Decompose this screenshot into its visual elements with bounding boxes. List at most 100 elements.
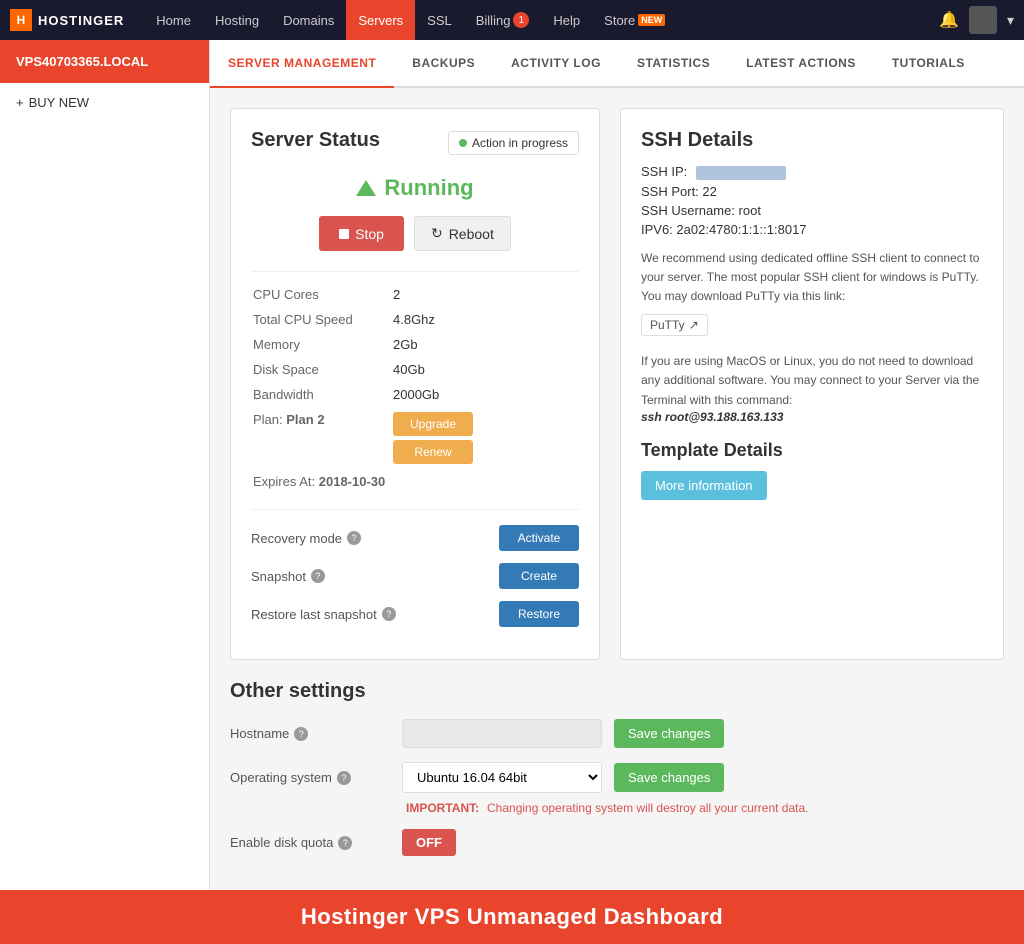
sidebar: VPS40703365.LOCAL + BUY NEW bbox=[0, 40, 210, 890]
panel-title: Server Status bbox=[251, 129, 380, 151]
putty-link[interactable]: PuTTy ↗ bbox=[641, 314, 708, 336]
restore-help-icon[interactable]: ? bbox=[382, 607, 396, 621]
nav-billing[interactable]: Billing 1 bbox=[464, 0, 542, 40]
nav-servers[interactable]: Servers bbox=[346, 0, 415, 40]
server-status-running: Running bbox=[251, 175, 579, 201]
os-save-button[interactable]: Save changes bbox=[614, 763, 724, 792]
plus-icon: + bbox=[16, 95, 24, 110]
ssh-ip-row: SSH IP: bbox=[641, 164, 983, 180]
recovery-mode-help-icon[interactable]: ? bbox=[347, 531, 361, 545]
tab-activity-log[interactable]: ACTIVITY LOG bbox=[493, 40, 619, 88]
ssh-command: ssh root@93.188.163.133 bbox=[641, 410, 983, 424]
disk-quota-toggle[interactable]: OFF bbox=[402, 829, 456, 856]
spec-label: CPU Cores bbox=[251, 282, 391, 307]
disk-quota-text: Enable disk quota bbox=[230, 835, 333, 850]
spec-value: 2 bbox=[391, 282, 579, 307]
nav-ssl[interactable]: SSL bbox=[415, 0, 464, 40]
tab-statistics[interactable]: STATISTICS bbox=[619, 40, 728, 88]
nav-help[interactable]: Help bbox=[541, 0, 592, 40]
ssh-ipv6: IPV6: 2a02:4780:1:1::1:8017 bbox=[641, 222, 983, 237]
ssh-description-2: If you are using MacOS or Linux, you do … bbox=[641, 352, 983, 410]
panel-header: Server Status Action in progress bbox=[251, 129, 579, 155]
nav-hosting[interactable]: Hosting bbox=[203, 0, 271, 40]
spec-label: Disk Space bbox=[251, 357, 391, 382]
logo-icon: H bbox=[10, 9, 32, 31]
reboot-label: Reboot bbox=[449, 226, 494, 242]
reboot-icon: ↻ bbox=[431, 225, 443, 242]
logo[interactable]: H HOSTINGER bbox=[10, 9, 124, 31]
spec-value bbox=[391, 469, 579, 494]
spec-bandwidth: Bandwidth 2000Gb bbox=[251, 382, 579, 407]
stop-icon bbox=[339, 229, 349, 239]
stop-button[interactable]: Stop bbox=[319, 216, 404, 251]
running-text: Running bbox=[384, 175, 473, 201]
restore-button[interactable]: Restore bbox=[499, 601, 579, 627]
spec-expires: Expires At: 2018-10-30 bbox=[251, 469, 579, 494]
tab-server-management[interactable]: SERVER MANAGEMENT bbox=[210, 40, 394, 88]
hostname-label-text: Hostname bbox=[230, 726, 289, 741]
stop-label: Stop bbox=[355, 226, 384, 242]
reboot-button[interactable]: ↻ Reboot bbox=[414, 216, 511, 251]
snapshot-help-icon[interactable]: ? bbox=[311, 569, 325, 583]
nav-domains[interactable]: Domains bbox=[271, 0, 346, 40]
divider-1 bbox=[251, 271, 579, 272]
activate-button[interactable]: Activate bbox=[499, 525, 579, 551]
renew-button[interactable]: Renew bbox=[393, 440, 473, 464]
upgrade-button[interactable]: Upgrade bbox=[393, 412, 473, 436]
expires-value: 2018-10-30 bbox=[319, 474, 386, 489]
template-title: Template Details bbox=[641, 440, 983, 461]
action-progress-text: Action in progress bbox=[472, 136, 568, 150]
buy-new-label: BUY NEW bbox=[29, 95, 89, 110]
spec-cpu-speed: Total CPU Speed 4.8Ghz bbox=[251, 307, 579, 332]
server-status-panel: Server Status Action in progress Running… bbox=[230, 108, 600, 660]
top-nav: H HOSTINGER Home Hosting Domains Servers… bbox=[0, 0, 1024, 40]
spec-label: Bandwidth bbox=[251, 382, 391, 407]
other-settings: Other settings Hostname ? Save changes O… bbox=[210, 680, 1024, 890]
nav-items: Home Hosting Domains Servers SSL Billing… bbox=[144, 0, 939, 40]
ssh-panel: SSH Details SSH IP: SSH Port: 22 SSH Use… bbox=[620, 108, 1004, 660]
bell-icon[interactable]: 🔔 bbox=[939, 10, 959, 30]
page-layout: VPS40703365.LOCAL + BUY NEW SERVER MANAG… bbox=[0, 40, 1024, 890]
putty-text: PuTTy bbox=[650, 318, 685, 332]
hostname-help-icon[interactable]: ? bbox=[294, 727, 308, 741]
os-help-icon[interactable]: ? bbox=[337, 771, 351, 785]
hostname-input[interactable] bbox=[402, 719, 602, 748]
spec-disk: Disk Space 40Gb bbox=[251, 357, 579, 382]
tab-latest-actions[interactable]: LATEST ACTIONS bbox=[728, 40, 874, 88]
ssh-title: SSH Details bbox=[641, 129, 983, 152]
plan-value: Plan 2 bbox=[286, 412, 324, 427]
tabs: SERVER MANAGEMENT BACKUPS ACTIVITY LOG S… bbox=[210, 40, 1024, 88]
running-icon bbox=[356, 180, 376, 196]
snapshot-row: Snapshot ? Create bbox=[251, 563, 579, 589]
create-button[interactable]: Create bbox=[499, 563, 579, 589]
content-area: Server Status Action in progress Running… bbox=[210, 88, 1024, 680]
sidebar-buy-new[interactable]: + BUY NEW bbox=[0, 83, 209, 122]
user-dropdown-arrow[interactable]: ▾ bbox=[1007, 12, 1014, 29]
recovery-mode-label: Recovery mode ? bbox=[251, 531, 361, 546]
hostname-row: Hostname ? Save changes bbox=[230, 719, 1004, 748]
store-new-badge: NEW bbox=[638, 14, 665, 26]
tab-tutorials[interactable]: TUTORIALS bbox=[874, 40, 983, 88]
os-select[interactable]: Ubuntu 16.04 64bit CentOS 7 Debian 9 Ubu… bbox=[402, 762, 602, 793]
tab-backups[interactable]: BACKUPS bbox=[394, 40, 493, 88]
disk-quota-help-icon[interactable]: ? bbox=[338, 836, 352, 850]
other-settings-title: Other settings bbox=[230, 680, 1004, 703]
user-avatar[interactable] bbox=[969, 6, 997, 34]
hostname-save-button[interactable]: Save changes bbox=[614, 719, 724, 748]
ssh-info: SSH IP: SSH Port: 22 SSH Username: root … bbox=[641, 164, 983, 237]
more-info-button[interactable]: More information bbox=[641, 471, 767, 500]
logo-text: HOSTINGER bbox=[38, 13, 124, 28]
recovery-mode-row: Recovery mode ? Activate bbox=[251, 525, 579, 551]
restore-label: Restore last snapshot ? bbox=[251, 607, 396, 622]
spec-memory: Memory 2Gb bbox=[251, 332, 579, 357]
spec-label: Expires At: 2018-10-30 bbox=[251, 469, 391, 494]
disk-quota-label: Enable disk quota ? bbox=[230, 835, 390, 850]
nav-home[interactable]: Home bbox=[144, 0, 203, 40]
sidebar-server-item[interactable]: VPS40703365.LOCAL bbox=[0, 40, 209, 83]
plan-buttons: Upgrade Renew bbox=[391, 407, 579, 469]
ssh-ip-value bbox=[696, 166, 786, 180]
os-warning-text: Changing operating system will destroy a… bbox=[487, 801, 809, 815]
disk-quota-row: Enable disk quota ? OFF bbox=[230, 829, 1004, 856]
ssh-ip-label: SSH IP: bbox=[641, 164, 691, 179]
nav-store[interactable]: Store NEW bbox=[592, 0, 677, 40]
